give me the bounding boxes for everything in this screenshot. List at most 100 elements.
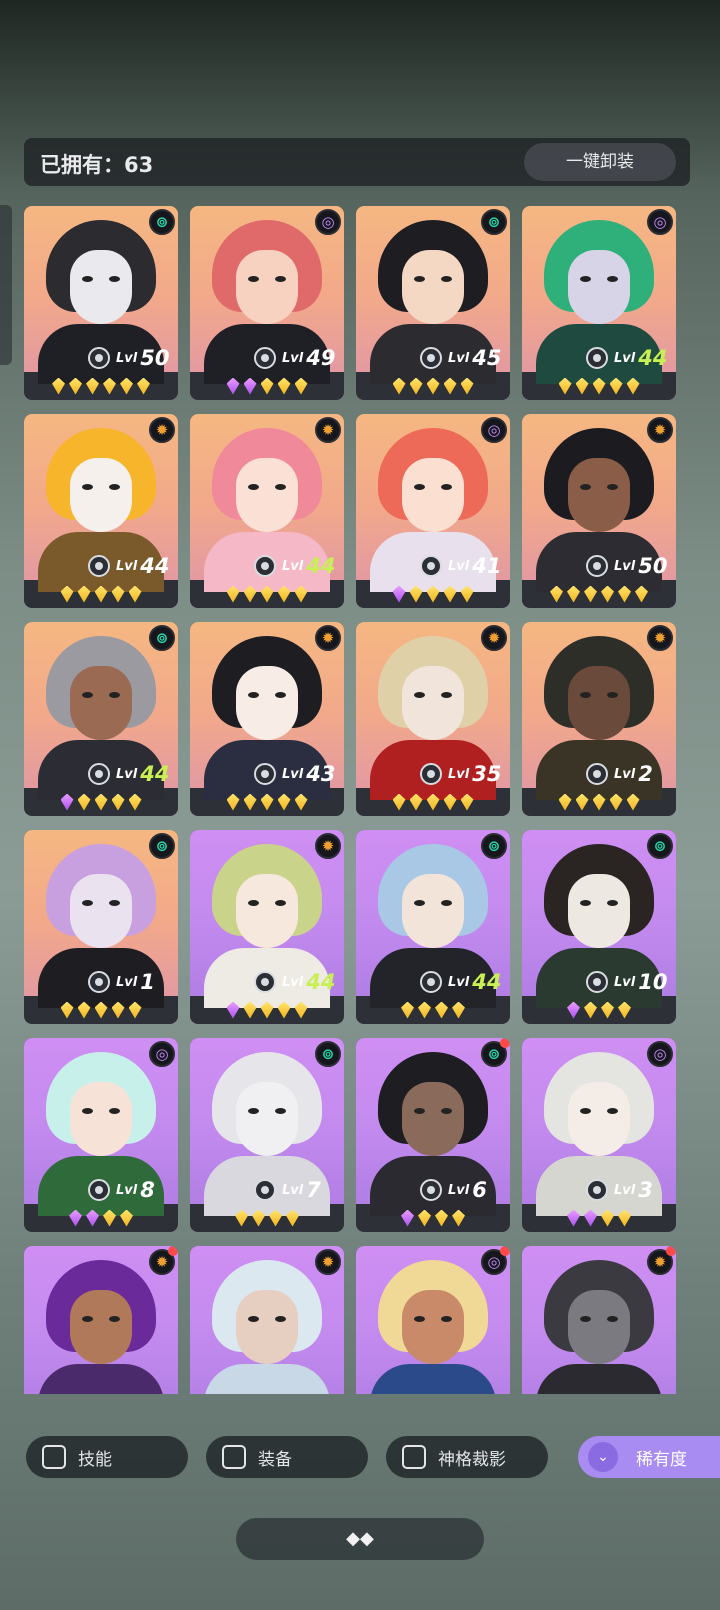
element-orange-icon: ✹	[481, 625, 507, 651]
unequip-all-button[interactable]: 一键卸装	[524, 143, 676, 181]
hero-eye	[275, 276, 286, 282]
hero-card[interactable]: ✹	[24, 1246, 178, 1394]
hero-eye	[109, 484, 120, 490]
filter-divine[interactable]: 神格裁影	[386, 1436, 548, 1478]
gold-gem-icon	[226, 793, 240, 811]
hero-portrait: ◎ Lvl 49	[190, 206, 344, 384]
element-orange-icon: ✹	[647, 625, 673, 651]
hero-card[interactable]: ◎ Lvl 8	[24, 1038, 178, 1232]
hero-card[interactable]: ✹ Lvl 50	[522, 414, 676, 608]
hero-card[interactable]: ✹ Lvl 44	[190, 414, 344, 608]
hero-level: 3	[638, 1178, 653, 1202]
element-orange-icon: ✹	[315, 417, 341, 443]
level-row: Lvl 50	[586, 554, 667, 578]
hero-eye	[109, 1316, 120, 1322]
side-panel-handle[interactable]	[0, 205, 12, 365]
level-row: Lvl 44	[88, 554, 169, 578]
gold-gem-icon	[243, 585, 257, 603]
gold-gem-icon	[111, 1001, 125, 1019]
gold-gem-icon	[52, 377, 65, 395]
hero-card[interactable]: ⊚ Lvl 10	[522, 830, 676, 1024]
gold-gem-icon	[592, 793, 606, 811]
hero-level: 44	[306, 554, 336, 578]
purple-gem-icon	[584, 1209, 597, 1227]
hero-card[interactable]: ✹ Lvl 2	[522, 622, 676, 816]
level-row: Lvl 49	[254, 346, 335, 370]
hero-card[interactable]: ✹ Lvl 35	[356, 622, 510, 816]
level-prefix: Lvl	[282, 974, 304, 990]
hero-card[interactable]: ◎ Lvl 41	[356, 414, 510, 608]
equipment-slot-icon	[88, 347, 110, 369]
expand-handle[interactable]: ◆◆	[236, 1518, 484, 1560]
gold-gem-icon	[435, 1209, 448, 1227]
hero-card[interactable]: ✹ Lvl 43	[190, 622, 344, 816]
element-purple-icon: ◎	[647, 209, 673, 235]
skill-checkbox[interactable]	[42, 1445, 66, 1469]
star-gems	[356, 372, 510, 400]
hero-body	[370, 1364, 496, 1394]
hero-face	[70, 1290, 132, 1364]
hero-card[interactable]: ⊚ Lvl 44	[24, 622, 178, 816]
hero-level: 50	[140, 346, 170, 370]
gold-gem-icon	[120, 1209, 133, 1227]
hero-face	[70, 666, 132, 740]
hero-card[interactable]: ⊚ Lvl 44	[356, 830, 510, 1024]
level-row: Lvl 10	[586, 970, 667, 994]
hero-eye	[109, 692, 120, 698]
equipment-slot-icon	[420, 971, 442, 993]
owned-count-label: 已拥有：63	[40, 153, 154, 177]
level-prefix: Lvl	[614, 350, 636, 366]
gold-gem-icon	[294, 585, 308, 603]
notification-dot	[500, 1246, 510, 1256]
hero-card[interactable]: ⊚ Lvl 6	[356, 1038, 510, 1232]
hero-face	[70, 250, 132, 324]
hero-card[interactable]: ◎ Lvl 49	[190, 206, 344, 400]
hero-eye	[109, 900, 120, 906]
gold-gem-icon	[409, 793, 423, 811]
gold-gem-icon	[584, 1001, 597, 1019]
filter-skill-label: 技能	[78, 1449, 112, 1470]
divine-checkbox[interactable]	[402, 1445, 426, 1469]
level-prefix: Lvl	[282, 350, 304, 366]
level-row: Lvl 50	[88, 346, 169, 370]
equipment-checkbox[interactable]	[222, 1445, 246, 1469]
gold-gem-icon	[277, 377, 291, 395]
hero-card[interactable]: ✹	[190, 1246, 344, 1394]
gold-gem-icon	[609, 377, 623, 395]
gold-gem-icon	[460, 793, 474, 811]
purple-gem-icon	[567, 1001, 580, 1019]
hero-eye	[82, 900, 93, 906]
hero-card[interactable]: ⊚ Lvl 50	[24, 206, 178, 400]
gold-gem-icon	[103, 377, 116, 395]
filter-skill[interactable]: 技能	[26, 1436, 188, 1478]
sort-rarity-button[interactable]: ⌄ 稀有度	[578, 1436, 720, 1478]
gold-gem-icon	[235, 1209, 248, 1227]
element-orange-icon: ✹	[647, 417, 673, 443]
hero-eye	[109, 1108, 120, 1114]
hero-card[interactable]: ◎ Lvl 44	[522, 206, 676, 400]
hero-card[interactable]: ✹	[522, 1246, 676, 1394]
gold-gem-icon	[426, 585, 440, 603]
hero-card[interactable]: ◎ Lvl 3	[522, 1038, 676, 1232]
owned-count-bar: 已拥有：63 一键卸装	[24, 138, 690, 186]
hero-level: 50	[638, 554, 668, 578]
hero-card[interactable]: ⊚ Lvl 7	[190, 1038, 344, 1232]
equipment-slot-icon	[254, 555, 276, 577]
hero-portrait: ⊚ Lvl 10	[522, 830, 676, 1008]
gold-gem-icon	[418, 1209, 431, 1227]
hero-eye	[414, 276, 425, 282]
hero-card[interactable]: ◎	[356, 1246, 510, 1394]
gold-gem-icon	[558, 793, 572, 811]
gold-gem-icon	[409, 585, 423, 603]
hero-card[interactable]: ✹ Lvl 44	[24, 414, 178, 608]
element-orange-icon: ✹	[315, 833, 341, 859]
hero-card[interactable]: ⊚ Lvl 1	[24, 830, 178, 1024]
equipment-slot-icon	[586, 555, 608, 577]
filter-equipment[interactable]: 装备	[206, 1436, 368, 1478]
gold-gem-icon	[260, 1001, 274, 1019]
hero-card[interactable]: ⊚ Lvl 45	[356, 206, 510, 400]
hero-eye	[82, 1108, 93, 1114]
star-gems	[522, 580, 676, 608]
level-prefix: Lvl	[116, 766, 138, 782]
hero-card[interactable]: ✹ Lvl 44	[190, 830, 344, 1024]
